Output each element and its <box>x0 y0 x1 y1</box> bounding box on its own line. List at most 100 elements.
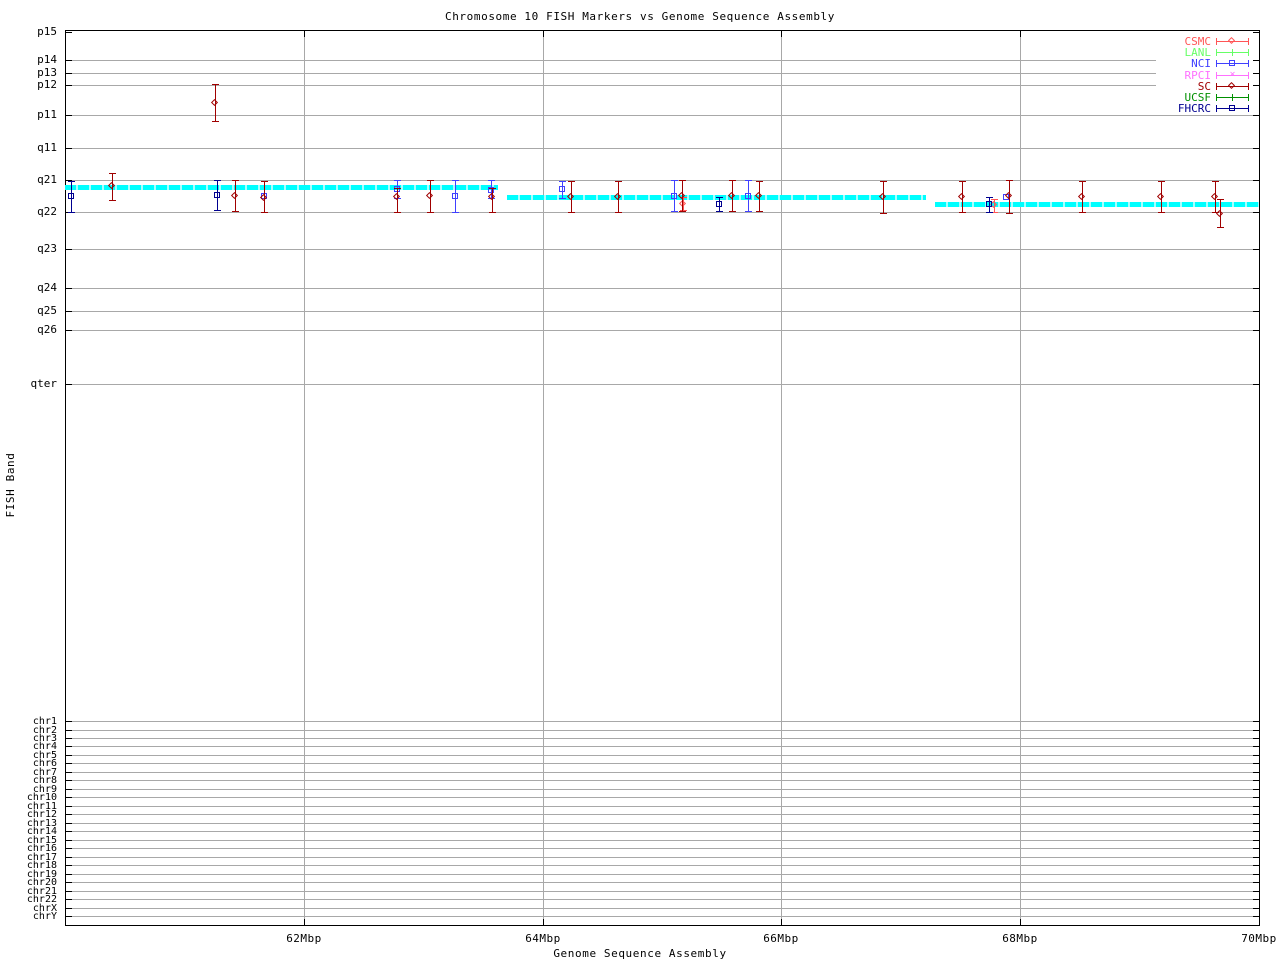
assembly-segment-1 <box>65 185 498 190</box>
y-tick-label-p12: p12 <box>37 78 57 91</box>
data-point-fhcrc-3-cap-top <box>716 197 723 198</box>
legend-cap-r-lanl <box>1248 49 1249 56</box>
data-point-sc-2-cap-bottom <box>212 121 219 122</box>
data-point-sc-10-cap-bottom <box>679 211 686 212</box>
legend-cap-l-sc <box>1216 83 1217 90</box>
data-point-sc-8-cap-top <box>568 181 575 182</box>
y-tick-label-p14: p14 <box>37 53 57 66</box>
legend-marker-rpci: × <box>1229 69 1236 80</box>
data-point-sc-5-errorbar <box>397 188 398 212</box>
legend-cap-r-csmc <box>1248 38 1249 45</box>
data-point-sc-5-cap-bottom <box>394 212 401 213</box>
legend-cap-l-lanl <box>1216 49 1217 56</box>
data-point-sc-17-cap-top <box>1158 181 1165 182</box>
data-point-sc-9-cap-top <box>615 181 622 182</box>
data-point-sc-13-cap-bottom <box>880 213 887 214</box>
data-point-nci-5-cap-top <box>559 181 566 182</box>
data-point-sc-3-cap-bottom <box>232 211 239 212</box>
chart-title: Chromosome 10 FISH Markers vs Genome Seq… <box>444 10 836 23</box>
legend-cap-r-sc <box>1248 83 1249 90</box>
x-tick-label-64: 64Mbp <box>525 932 561 945</box>
data-point-fhcrc-2 <box>214 192 220 198</box>
y-tick-label-p15: p15 <box>37 25 57 38</box>
data-point-nci-7-cap-bottom <box>745 211 752 212</box>
data-point-nci-3-cap-top <box>452 180 459 181</box>
data-point-nci-7-cap-top <box>745 180 752 181</box>
legend-cap-l-fhcrc <box>1216 105 1217 112</box>
legend-cap-r-nci <box>1248 60 1249 67</box>
legend-marker-fhcrc <box>1229 105 1235 111</box>
data-point-sc-16-cap-bottom <box>1079 212 1086 213</box>
data-point-sc-4-cap-top <box>261 181 268 182</box>
data-point-sc-15-cap-top <box>1006 180 1013 181</box>
data-point-sc-13-cap-top <box>880 181 887 182</box>
data-point-sc-11-cap-bottom <box>729 211 736 212</box>
legend-cap-l-csmc <box>1216 38 1217 45</box>
data-point-sc-16-cap-top <box>1079 181 1086 182</box>
data-point-nci-7 <box>745 193 751 199</box>
y-tick-label-q22: q22 <box>37 205 57 218</box>
data-point-sc-7-errorbar <box>492 188 493 212</box>
data-point-sc-19-cap-bottom <box>1217 227 1224 228</box>
data-point-nci-3 <box>452 193 458 199</box>
x-tick-label-68: 68Mbp <box>1002 932 1038 945</box>
legend-marker-nci <box>1229 60 1235 66</box>
y-tick-label-chrY: chrY <box>32 911 57 922</box>
y-tick-label-q26: q26 <box>37 323 57 336</box>
data-point-sc-18-cap-top <box>1212 181 1219 182</box>
data-point-sc-6-cap-top <box>427 180 434 181</box>
data-point-sc-1-cap-bottom <box>109 200 116 201</box>
data-point-fhcrc-2-cap-top <box>214 180 221 181</box>
data-point-nci-4-cap-top <box>488 180 495 181</box>
y-tick-label-q25: q25 <box>37 304 57 317</box>
data-point-nci-6 <box>671 193 677 199</box>
data-point-sc-9-cap-bottom <box>615 212 622 213</box>
legend-marker-ucsf-h <box>1229 97 1236 98</box>
data-point-nci-3-cap-bottom <box>452 212 459 213</box>
data-point-nci-5 <box>559 186 565 192</box>
x-tick-label-66: 66Mbp <box>763 932 799 945</box>
x-tick-label-62: 62Mbp <box>286 932 322 945</box>
legend-cap-r-fhcrc <box>1248 105 1249 112</box>
y-tick-label-q11: q11 <box>37 141 57 154</box>
legend-label-fhcrc: FHCRC <box>1177 102 1211 115</box>
data-point-fhcrc-1-cap-top <box>68 181 75 182</box>
data-point-sc-3-cap-top <box>232 180 239 181</box>
data-point-sc-8-cap-bottom <box>568 212 575 213</box>
data-point-csmc-2-cap-top <box>991 199 998 200</box>
x-tick-label-70: 70Mbp <box>1241 932 1277 945</box>
legend-cap-l-rpci <box>1216 72 1217 79</box>
assembly-segment-3 <box>935 202 1259 207</box>
legend-cap-l-nci <box>1216 60 1217 67</box>
data-point-fhcrc-2-cap-bottom <box>214 210 221 211</box>
legend-cap-l-ucsf <box>1216 94 1217 101</box>
data-point-fhcrc-1-cap-bottom <box>68 212 75 213</box>
legend-cap-r-rpci <box>1248 72 1249 79</box>
data-point-sc-12-cap-bottom <box>756 211 763 212</box>
data-point-sc-12-cap-top <box>756 181 763 182</box>
y-tick-label-p11: p11 <box>37 108 57 121</box>
y-tick-label-qter: qter <box>30 377 58 390</box>
data-point-nci-6-cap-top <box>671 180 678 181</box>
y-axis-label: FISH Band <box>4 452 17 518</box>
data-point-fhcrc-4 <box>986 201 992 207</box>
data-point-fhcrc-4-cap-top <box>986 197 993 198</box>
data-point-fhcrc-4-cap-bottom <box>986 212 993 213</box>
data-point-sc-10-cap-top <box>679 180 686 181</box>
data-point-sc-2-cap-top <box>212 84 219 85</box>
data-point-sc-6-cap-bottom <box>427 212 434 213</box>
data-point-sc-4-cap-bottom <box>261 212 268 213</box>
y-tick-label-q24: q24 <box>37 281 57 294</box>
data-point-nci-6-cap-bottom <box>671 211 678 212</box>
legend-marker-lanl-h <box>1229 52 1236 53</box>
x-axis-label: Genome Sequence Assembly <box>553 947 727 960</box>
data-point-fhcrc-3 <box>716 201 722 207</box>
data-point-nci-2-cap-top <box>394 180 401 181</box>
data-point-fhcrc-1 <box>68 193 74 199</box>
data-point-sc-5-cap-top <box>394 188 401 189</box>
data-point-sc-7-cap-top <box>489 188 496 189</box>
y-tick-label-q21: q21 <box>37 173 57 186</box>
data-point-fhcrc-3-cap-bottom <box>716 211 723 212</box>
data-point-sc-14-cap-bottom <box>959 212 966 213</box>
data-point-sc-19-cap-top <box>1217 199 1224 200</box>
